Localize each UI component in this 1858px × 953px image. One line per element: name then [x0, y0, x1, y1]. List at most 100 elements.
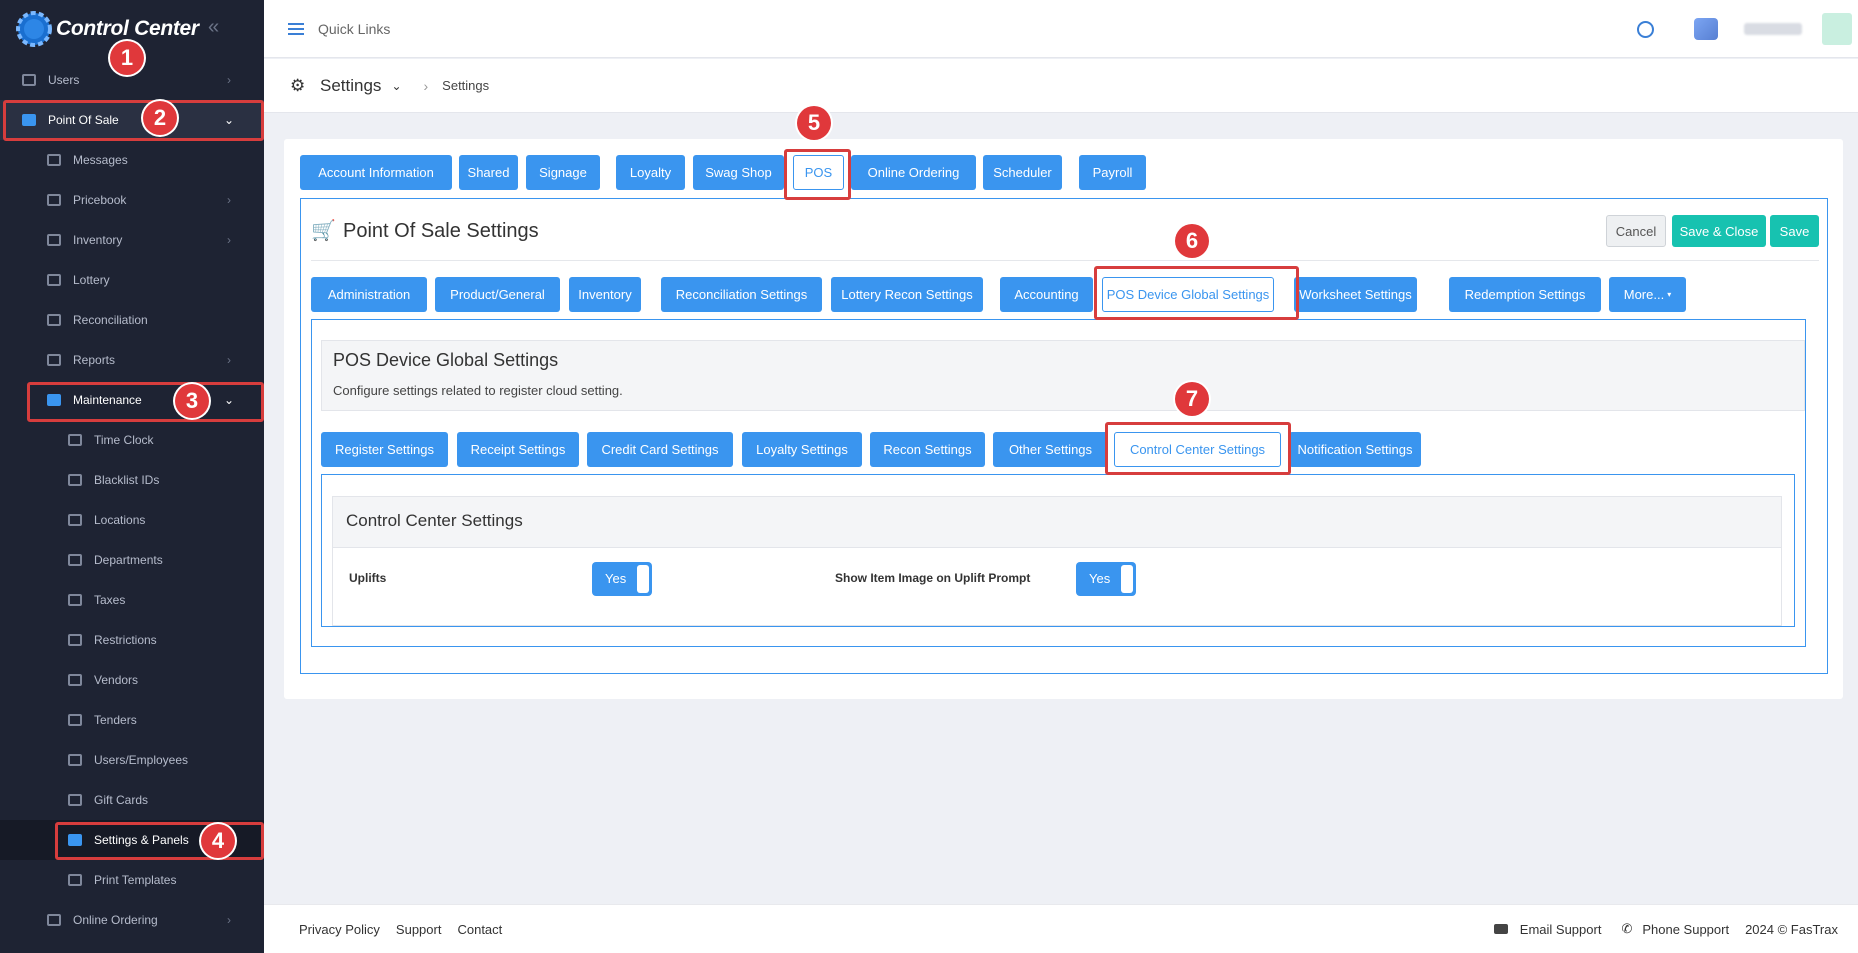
- top-icons: [1637, 0, 1858, 58]
- tab-account-information[interactable]: Account Information: [300, 155, 452, 190]
- sidebar-item-gift-cards[interactable]: Gift Cards: [0, 780, 264, 820]
- sidebar-item-label: Gift Cards: [94, 793, 149, 807]
- tab-accounting[interactable]: Accounting: [1000, 277, 1093, 312]
- save-button[interactable]: Save: [1770, 215, 1819, 247]
- collapse-sidebar-icon[interactable]: «: [208, 16, 230, 38]
- tab-lottery-recon-settings[interactable]: Lottery Recon Settings: [831, 277, 983, 312]
- tab-scheduler[interactable]: Scheduler: [983, 155, 1062, 190]
- sidebar-item-label: Departments: [94, 553, 163, 567]
- sidebar-item-label: Online Ordering: [73, 913, 158, 927]
- users-icon: [22, 74, 36, 86]
- tab-signage[interactable]: Signage: [526, 155, 600, 190]
- avatar[interactable]: [1822, 13, 1852, 45]
- phone-icon: ✆: [1621, 921, 1633, 936]
- tab-control-center-settings[interactable]: Control Center Settings: [1114, 432, 1281, 467]
- save-close-button[interactable]: Save & Close: [1672, 215, 1766, 247]
- search-icon[interactable]: [1637, 20, 1654, 38]
- top-bar: Quick Links: [264, 0, 1858, 58]
- tab-recon-settings[interactable]: Recon Settings: [870, 432, 985, 467]
- device-settings-subtitle: Configure settings related to register c…: [333, 383, 623, 398]
- toggle-value: Yes: [605, 571, 627, 586]
- sidebar-item-label: Maintenance: [73, 393, 142, 407]
- sidebar-item-departments[interactable]: Departments: [0, 540, 264, 580]
- sidebar-item-label: Lottery: [73, 273, 110, 287]
- printer-icon: [68, 874, 82, 886]
- sidebar-item-label: Taxes: [94, 593, 126, 607]
- tab-swag-shop[interactable]: Swag Shop: [693, 155, 784, 190]
- tab-redemption-settings[interactable]: Redemption Settings: [1449, 277, 1601, 312]
- tab-loyalty-settings[interactable]: Loyalty Settings: [742, 432, 862, 467]
- sidebar-item-restrictions[interactable]: Restrictions: [0, 620, 264, 660]
- tab-loyalty[interactable]: Loyalty: [616, 155, 685, 190]
- sidebar: Control Center « Users › Point Of Sale ⌄ M…: [0, 0, 264, 953]
- menu-icon[interactable]: [288, 22, 304, 35]
- tab-receipt-settings[interactable]: Receipt Settings: [457, 432, 579, 467]
- footer: Privacy Policy Support Contact Email Sup…: [264, 904, 1858, 953]
- cancel-button[interactable]: Cancel: [1606, 215, 1666, 247]
- uplifts-toggle[interactable]: Yes: [592, 562, 652, 596]
- chevron-right-icon: ›: [227, 193, 231, 207]
- privacy-policy-link[interactable]: Privacy Policy: [299, 922, 380, 937]
- support-link[interactable]: Support: [396, 922, 442, 937]
- tab-reconciliation-settings[interactable]: Reconciliation Settings: [661, 277, 822, 312]
- tab-payroll[interactable]: Payroll: [1079, 155, 1146, 190]
- sidebar-item-messages[interactable]: Messages: [0, 140, 264, 180]
- sidebar-item-blacklist-ids[interactable]: Blacklist IDs: [0, 460, 264, 500]
- stores-icon[interactable]: [1694, 18, 1718, 40]
- sidebar-item-reports[interactable]: Reports ›: [0, 340, 264, 380]
- sidebar-item-pricebook[interactable]: Pricebook ›: [0, 180, 264, 220]
- sidebar-item-maintenance[interactable]: Maintenance ⌄: [0, 380, 264, 420]
- sidebar-item-users-employees[interactable]: Users/Employees: [0, 740, 264, 780]
- sidebar-item-label: Time Clock: [94, 433, 154, 447]
- users-icon: [68, 754, 82, 766]
- sidebar-item-lottery[interactable]: Lottery: [0, 260, 264, 300]
- quick-links[interactable]: Quick Links: [318, 21, 390, 37]
- tab-administration[interactable]: Administration: [311, 277, 427, 312]
- tab-register-settings[interactable]: Register Settings: [321, 432, 448, 467]
- caret-down-icon: ▾: [1667, 290, 1672, 299]
- sidebar-item-taxes[interactable]: Taxes: [0, 580, 264, 620]
- tab-product-general[interactable]: Product/General: [435, 277, 560, 312]
- footer-right: Email Support ✆ Phone Support 2024 © Fas…: [1488, 921, 1838, 937]
- chevron-down-icon[interactable]: ⌄: [391, 79, 401, 93]
- email-support-link[interactable]: Email Support: [1520, 922, 1602, 937]
- sidebar-item-locations[interactable]: Locations: [0, 500, 264, 540]
- tab-other-settings[interactable]: Other Settings: [993, 432, 1108, 467]
- sidebar-item-reconciliation[interactable]: Reconciliation: [0, 300, 264, 340]
- chevron-right-icon: ›: [227, 73, 231, 87]
- annotation-badge-1: 1: [110, 41, 144, 75]
- sidebar-item-inventory[interactable]: Inventory ›: [0, 220, 264, 260]
- sidebar-item-label: Vendors: [94, 673, 139, 687]
- tab-pos-device-global-settings[interactable]: POS Device Global Settings: [1102, 277, 1274, 312]
- inventory-icon: [47, 234, 61, 246]
- annotation-badge-2: 2: [143, 101, 177, 135]
- sidebar-nav: Users › Point Of Sale ⌄ Messages Pricebook…: [0, 60, 264, 940]
- sidebar-item-label: Pricebook: [73, 193, 127, 207]
- breadcrumb: ⚙ Settings ⌄ › Settings: [264, 59, 1858, 113]
- sidebar-item-online-ordering[interactable]: Online Ordering ›: [0, 900, 264, 940]
- user-name[interactable]: [1744, 23, 1802, 35]
- phone-support-link[interactable]: Phone Support: [1642, 922, 1729, 937]
- show-item-image-toggle[interactable]: Yes: [1076, 562, 1136, 596]
- tab-inventory[interactable]: Inventory: [569, 277, 641, 312]
- chart-icon: [47, 354, 61, 366]
- tab-notification-settings[interactable]: Notification Settings: [1289, 432, 1421, 467]
- device-settings-title: POS Device Global Settings: [333, 350, 559, 370]
- sidebar-item-point-of-sale[interactable]: Point Of Sale ⌄: [0, 100, 264, 140]
- sidebar-item-time-clock[interactable]: Time Clock: [0, 420, 264, 460]
- tab-online-ordering[interactable]: Online Ordering: [851, 155, 976, 190]
- sidebar-item-print-templates[interactable]: Print Templates: [0, 860, 264, 900]
- page-title[interactable]: Settings: [320, 76, 381, 96]
- more-dropdown[interactable]: More... ▾: [1609, 277, 1686, 312]
- tab-pos[interactable]: POS: [793, 155, 844, 190]
- tab-worksheet-settings[interactable]: Worksheet Settings: [1294, 277, 1417, 312]
- control-center-header: Control Center Settings: [332, 496, 1782, 548]
- sidebar-item-label: Reports: [73, 353, 116, 367]
- sidebar-item-label: Inventory: [73, 233, 123, 247]
- sidebar-item-vendors[interactable]: Vendors: [0, 660, 264, 700]
- tab-credit-card-settings[interactable]: Credit Card Settings: [587, 432, 733, 467]
- sidebar-item-tenders[interactable]: Tenders: [0, 700, 264, 740]
- book-icon: [47, 194, 61, 206]
- tab-shared[interactable]: Shared: [459, 155, 518, 190]
- contact-link[interactable]: Contact: [457, 922, 502, 937]
